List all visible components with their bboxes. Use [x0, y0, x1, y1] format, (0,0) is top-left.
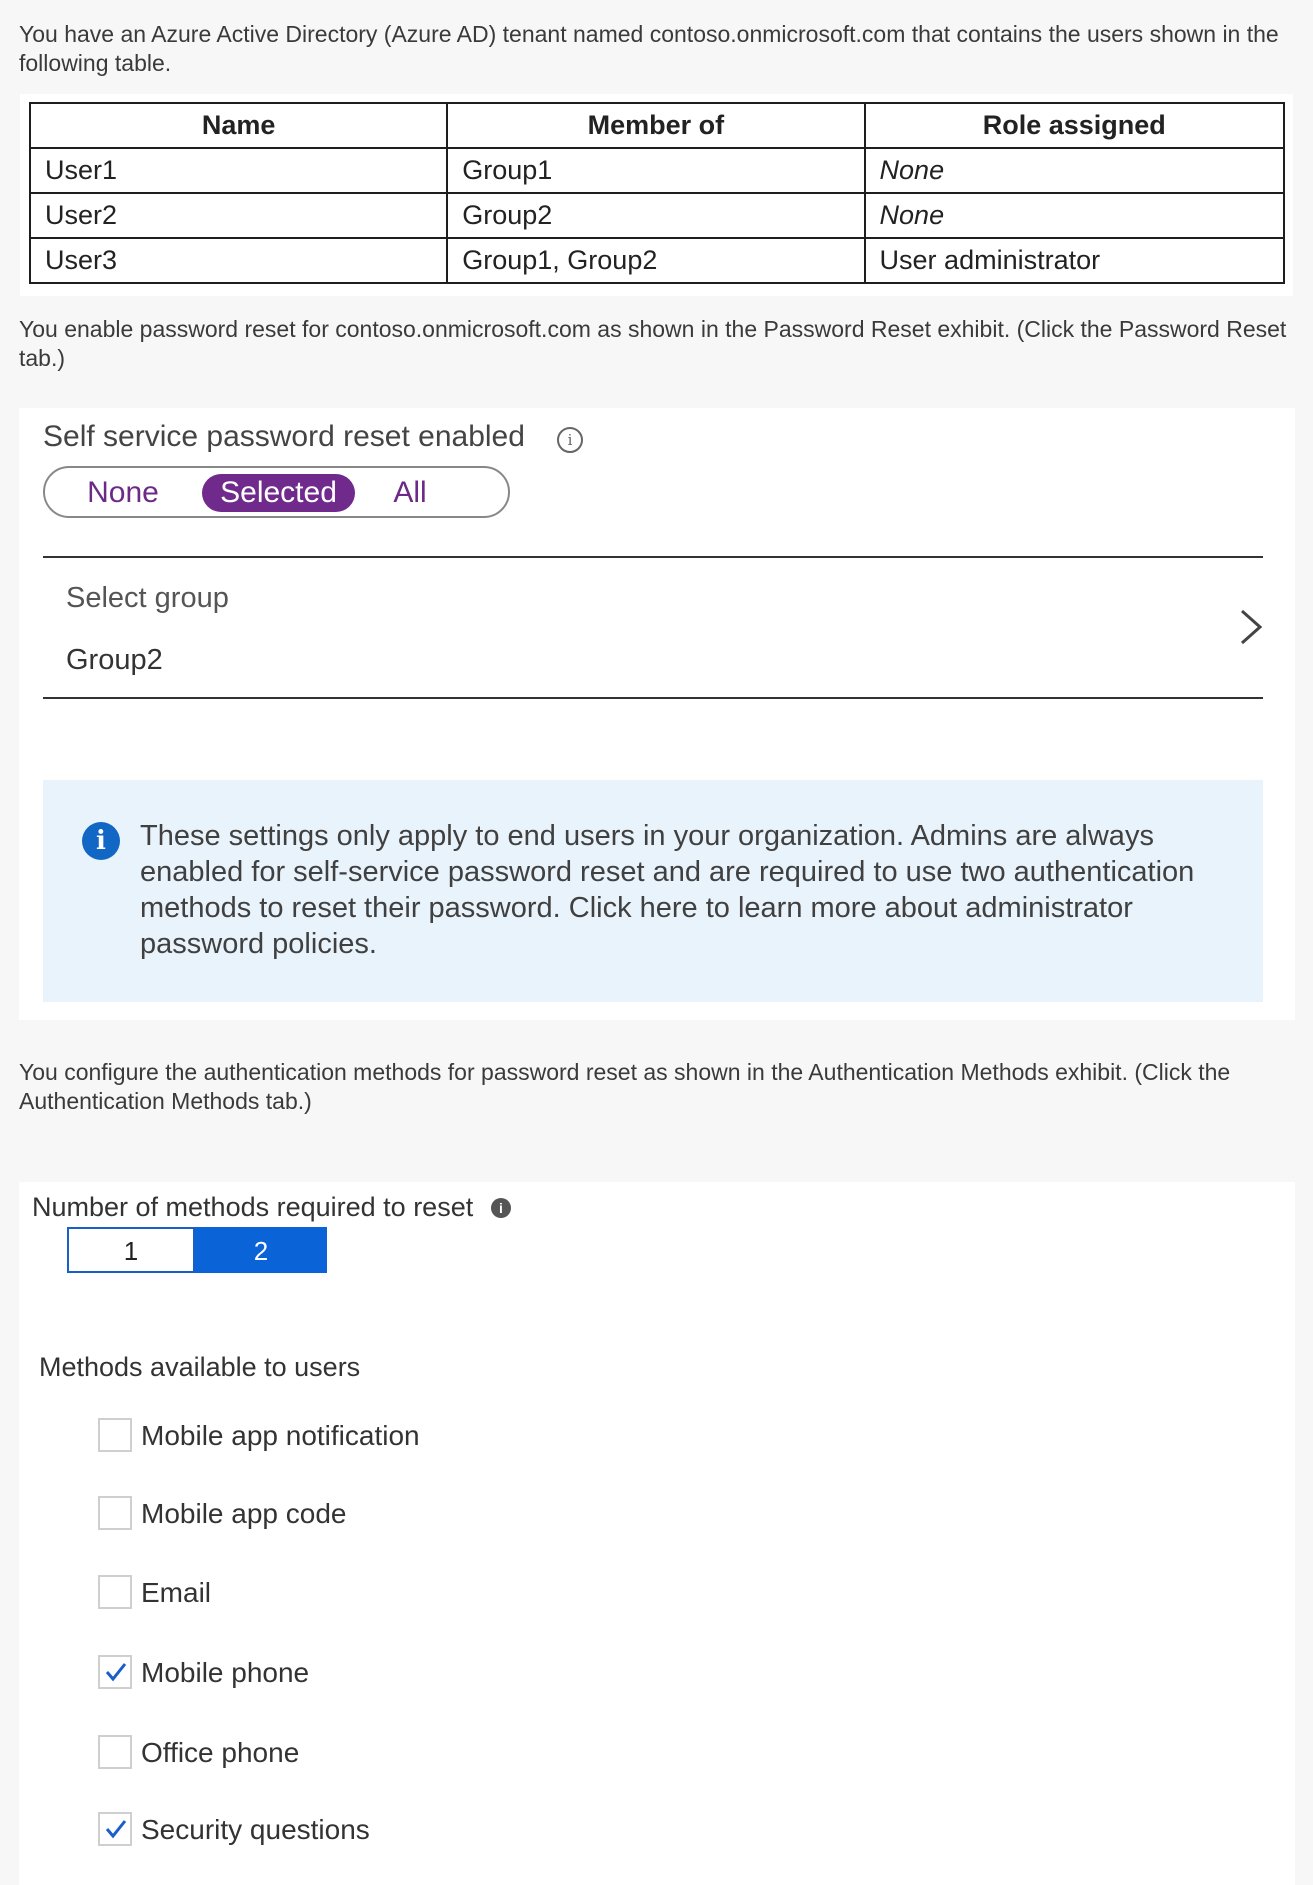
- table-cell: Group1: [446, 147, 866, 194]
- sspr-enabled-label: Self service password reset enabled: [43, 420, 525, 453]
- checkbox[interactable]: [98, 1575, 132, 1609]
- table-row: User1 Group1 None: [28, 147, 1286, 194]
- method-label: Mobile app notification: [141, 1420, 420, 1451]
- table-cell: Group1, Group2: [446, 237, 866, 284]
- method-label: Mobile phone: [141, 1657, 310, 1688]
- select-group-value[interactable]: Group2: [66, 644, 163, 677]
- sspr-option-all[interactable]: All: [370, 474, 450, 512]
- checkbox[interactable]: [98, 1735, 132, 1769]
- sspr-option-none[interactable]: None: [69, 474, 177, 512]
- select-group-label: Select group: [66, 582, 229, 614]
- methods-required-option-2[interactable]: 2: [195, 1227, 327, 1273]
- intro-paragraph-2: You enable password reset for contoso.on…: [19, 316, 1287, 371]
- table-cell: Group2: [446, 192, 866, 239]
- methods-available-label: Methods available to users: [39, 1352, 361, 1382]
- checkmark-icon: [105, 1820, 127, 1839]
- method-label: Security questions: [141, 1814, 370, 1845]
- table-cell: User1: [28, 147, 449, 194]
- checkbox-checked[interactable]: [98, 1812, 132, 1846]
- sspr-toggle: None Selected All: [43, 466, 510, 518]
- method-label: Mobile app code: [141, 1498, 347, 1529]
- checkbox-checked[interactable]: [98, 1655, 132, 1689]
- admin-info-text[interactable]: These settings only apply to end users i…: [140, 818, 1220, 962]
- table-header-row: Name Member of Role assigned: [28, 102, 1286, 149]
- admin-info-box: i These settings only apply to end users…: [43, 780, 1263, 1002]
- info-outline-icon[interactable]: i: [557, 427, 583, 453]
- methods-required-label: Number of methods required to reset: [32, 1192, 474, 1222]
- table-row: User3 Group1, Group2 User administrator: [28, 237, 1286, 284]
- column-header: Role assigned: [863, 102, 1286, 149]
- authentication-methods-exhibit: Number of methods required to reset i 1 …: [19, 1182, 1295, 1885]
- method-label: Office phone: [141, 1737, 300, 1768]
- divider: [43, 556, 1263, 558]
- checkmark-icon: [105, 1663, 127, 1682]
- users-table-container: Name Member of Role assigned User1 Group…: [20, 94, 1293, 296]
- sspr-option-selected[interactable]: Selected: [202, 474, 355, 512]
- column-header: Member of: [446, 102, 866, 149]
- column-header: Name: [28, 102, 449, 149]
- password-reset-exhibit: Self service password reset enabled i No…: [19, 408, 1295, 1020]
- chevron-right-icon[interactable]: [1230, 604, 1270, 650]
- intro-paragraph-3: You configure the authentication methods…: [19, 1059, 1231, 1114]
- table-row: User2 Group2 None: [28, 192, 1286, 239]
- users-table: Name Member of Role assigned User1 Group…: [28, 102, 1286, 284]
- methods-required-option-1[interactable]: 1: [67, 1227, 195, 1273]
- intro-paragraph-1: You have an Azure Active Directory (Azur…: [19, 21, 1279, 76]
- table-cell: User3: [28, 237, 449, 284]
- method-label: Email: [141, 1577, 212, 1608]
- table-cell: User2: [28, 192, 449, 239]
- checkbox[interactable]: [98, 1418, 132, 1452]
- info-icon: i: [82, 822, 120, 860]
- checkbox[interactable]: [98, 1496, 132, 1530]
- info-icon[interactable]: i: [491, 1198, 511, 1218]
- table-cell: User administrator: [863, 237, 1286, 284]
- table-cell: None: [863, 147, 1286, 194]
- table-cell: None: [863, 192, 1286, 239]
- divider: [43, 697, 1263, 699]
